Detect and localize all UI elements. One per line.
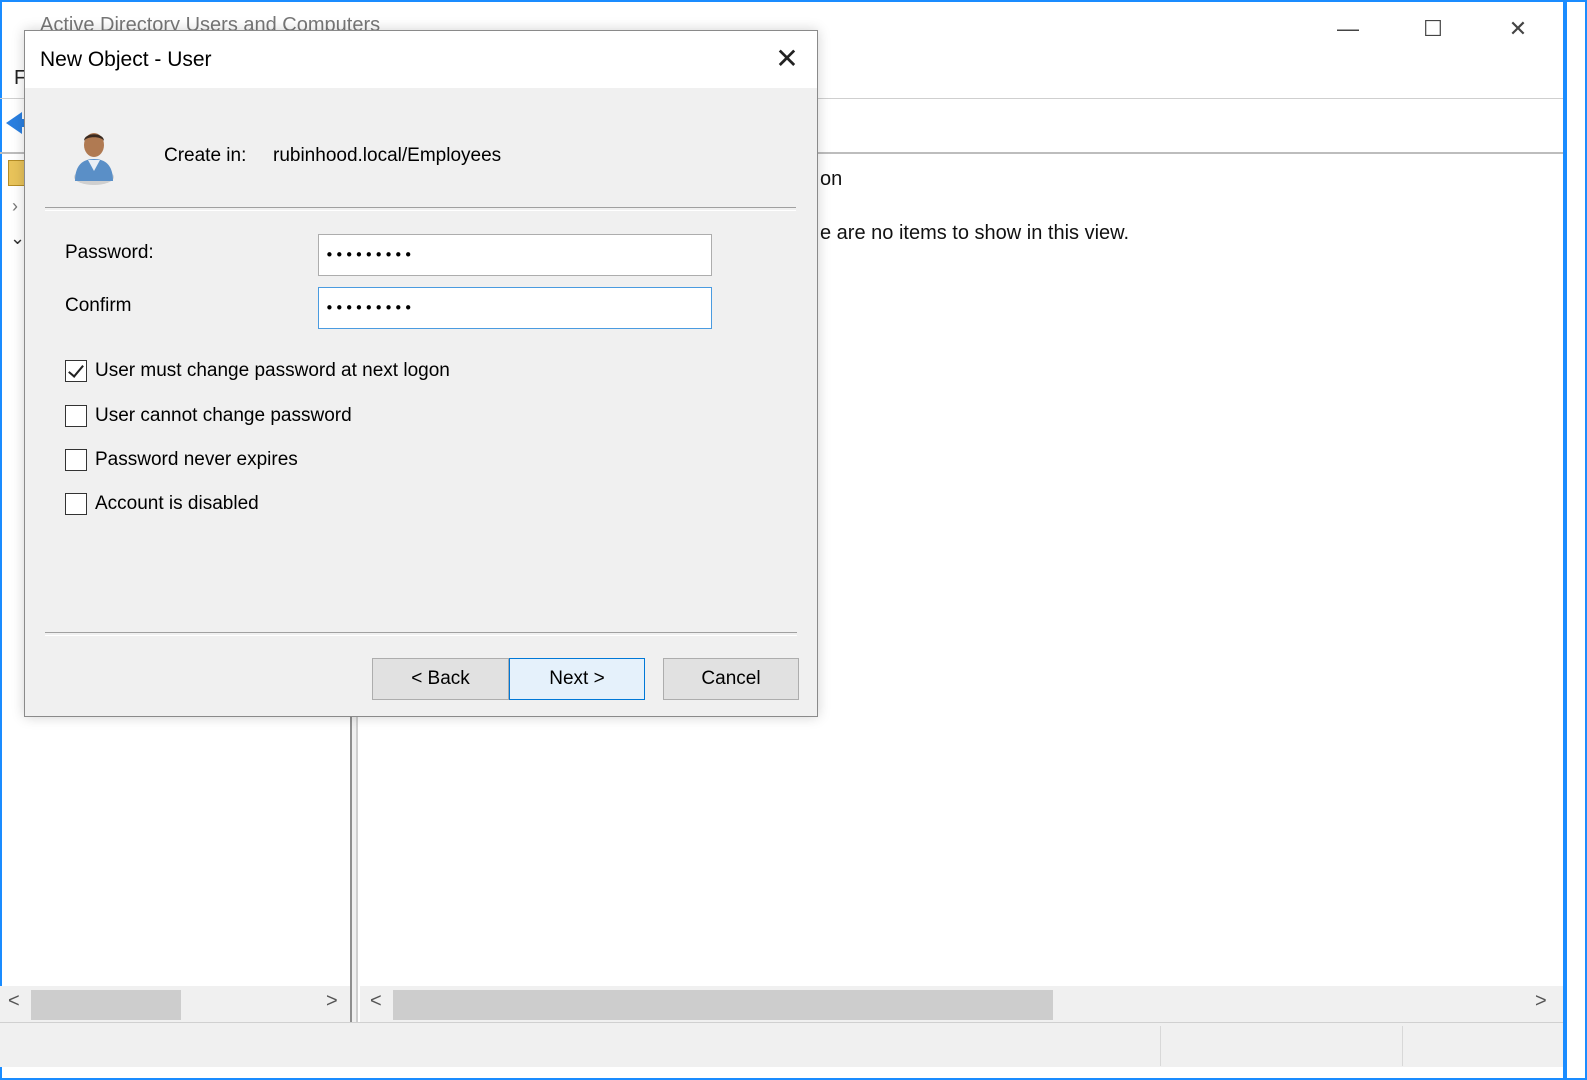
option-account-disabled[interactable]: Account is disabled [65, 490, 259, 518]
create-in-label: Create in: [164, 145, 247, 166]
status-divider [1160, 1026, 1161, 1066]
new-object-user-dialog: New Object - User ✕ Create in: rubinhood… [24, 30, 818, 717]
back-button[interactable]: < Back [372, 658, 509, 700]
option-cannot-change-password[interactable]: User cannot change password [65, 402, 352, 430]
scroll-left-icon[interactable]: < [370, 990, 382, 1013]
checkbox-unchecked[interactable] [65, 493, 87, 515]
status-bar [0, 1022, 1563, 1067]
checkbox-unchecked[interactable] [65, 405, 87, 427]
close-window-button[interactable]: ✕ [1503, 14, 1533, 44]
option-label: User cannot change password [95, 405, 352, 426]
checkbox-unchecked[interactable] [65, 449, 87, 471]
column-header-description[interactable]: on [820, 168, 842, 191]
maximize-button[interactable]: ☐ [1418, 14, 1448, 44]
next-button[interactable]: Next > [509, 658, 645, 700]
scrollbar-thumb[interactable] [393, 990, 1053, 1020]
status-divider [1402, 1026, 1403, 1066]
cancel-button[interactable]: Cancel [663, 658, 799, 700]
tree-horizontal-scrollbar[interactable]: < > [0, 986, 350, 1022]
option-must-change-password[interactable]: User must change password at next logon [65, 357, 450, 385]
chevron-right-icon[interactable]: › [12, 196, 18, 217]
option-label: Password never expires [95, 449, 298, 470]
password-field[interactable] [318, 234, 712, 276]
dialog-close-button[interactable]: ✕ [769, 43, 805, 75]
footer-separator [45, 632, 797, 636]
scrollbar-thumb[interactable] [31, 990, 181, 1020]
option-label: User must change password at next logon [95, 360, 450, 381]
scroll-right-icon[interactable]: > [326, 990, 338, 1013]
minimize-button[interactable]: — [1333, 14, 1363, 44]
confirm-label: Confirm [65, 295, 132, 316]
option-password-never-expires[interactable]: Password never expires [65, 446, 298, 474]
password-label: Password: [65, 242, 154, 263]
create-in-path: rubinhood.local/Employees [273, 145, 502, 166]
window-border [1563, 0, 1567, 1080]
pane-splitter[interactable] [350, 716, 358, 1022]
dialog-title: New Object - User [40, 48, 212, 71]
back-arrow-icon[interactable] [4, 108, 26, 138]
header-separator [45, 207, 796, 211]
scroll-left-icon[interactable]: < [8, 990, 20, 1013]
confirm-password-field[interactable] [318, 287, 712, 329]
empty-view-message: e are no items to show in this view. [820, 222, 1130, 244]
option-label: Account is disabled [95, 493, 259, 514]
scroll-right-icon[interactable]: > [1535, 990, 1547, 1013]
chevron-down-icon[interactable]: ⌄ [10, 228, 25, 249]
content-horizontal-scrollbar[interactable]: < > [360, 986, 1563, 1022]
checkbox-checked[interactable] [65, 360, 87, 382]
user-icon [69, 127, 119, 185]
